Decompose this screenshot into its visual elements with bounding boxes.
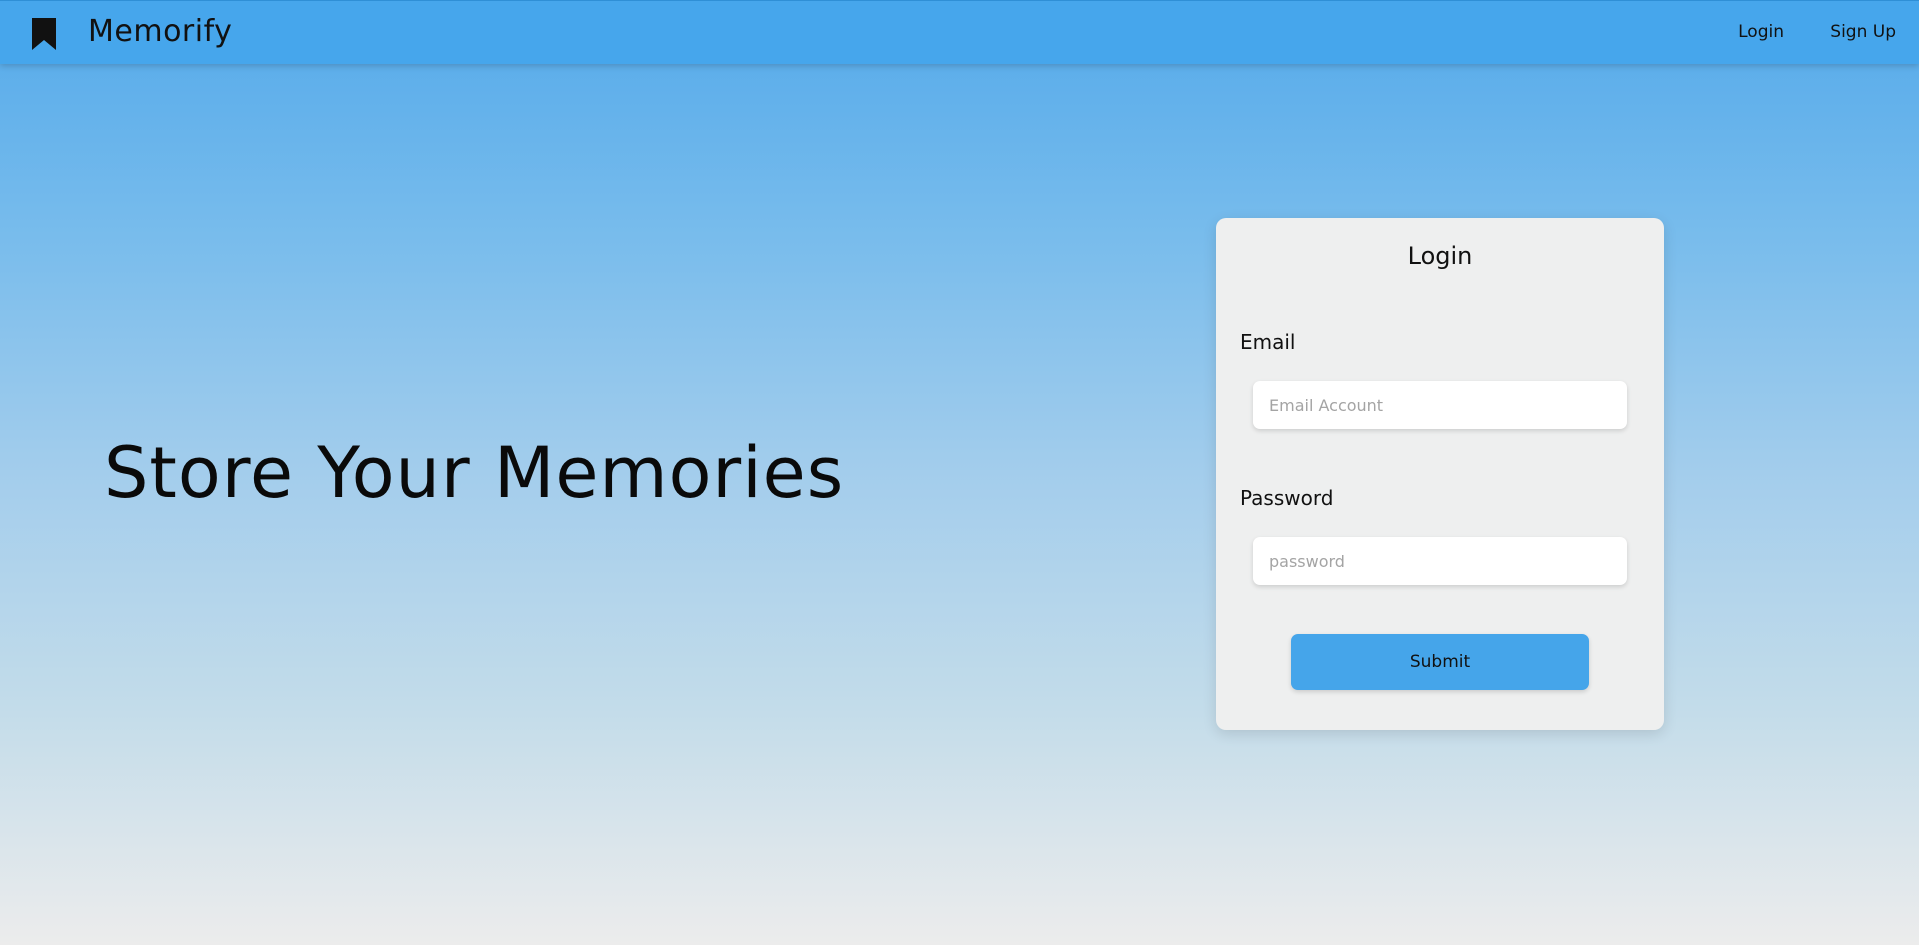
email-label: Email — [1240, 330, 1296, 354]
password-label: Password — [1240, 486, 1334, 510]
bookmark-icon[interactable] — [31, 17, 57, 51]
nav-signup-link[interactable]: Sign Up — [1830, 22, 1896, 42]
login-card-title: Login — [1407, 242, 1473, 270]
submit-button[interactable]: Submit — [1291, 634, 1589, 690]
top-navbar: Memorify Login Sign Up — [0, 0, 1919, 64]
brand-name[interactable]: Memorify — [88, 14, 232, 49]
login-card: Login Email Password Submit — [1216, 218, 1664, 730]
email-input[interactable] — [1253, 381, 1627, 429]
hero-headline: Store Your Memories — [104, 432, 845, 514]
nav-login-link[interactable]: Login — [1738, 22, 1784, 42]
password-input[interactable] — [1253, 537, 1627, 585]
